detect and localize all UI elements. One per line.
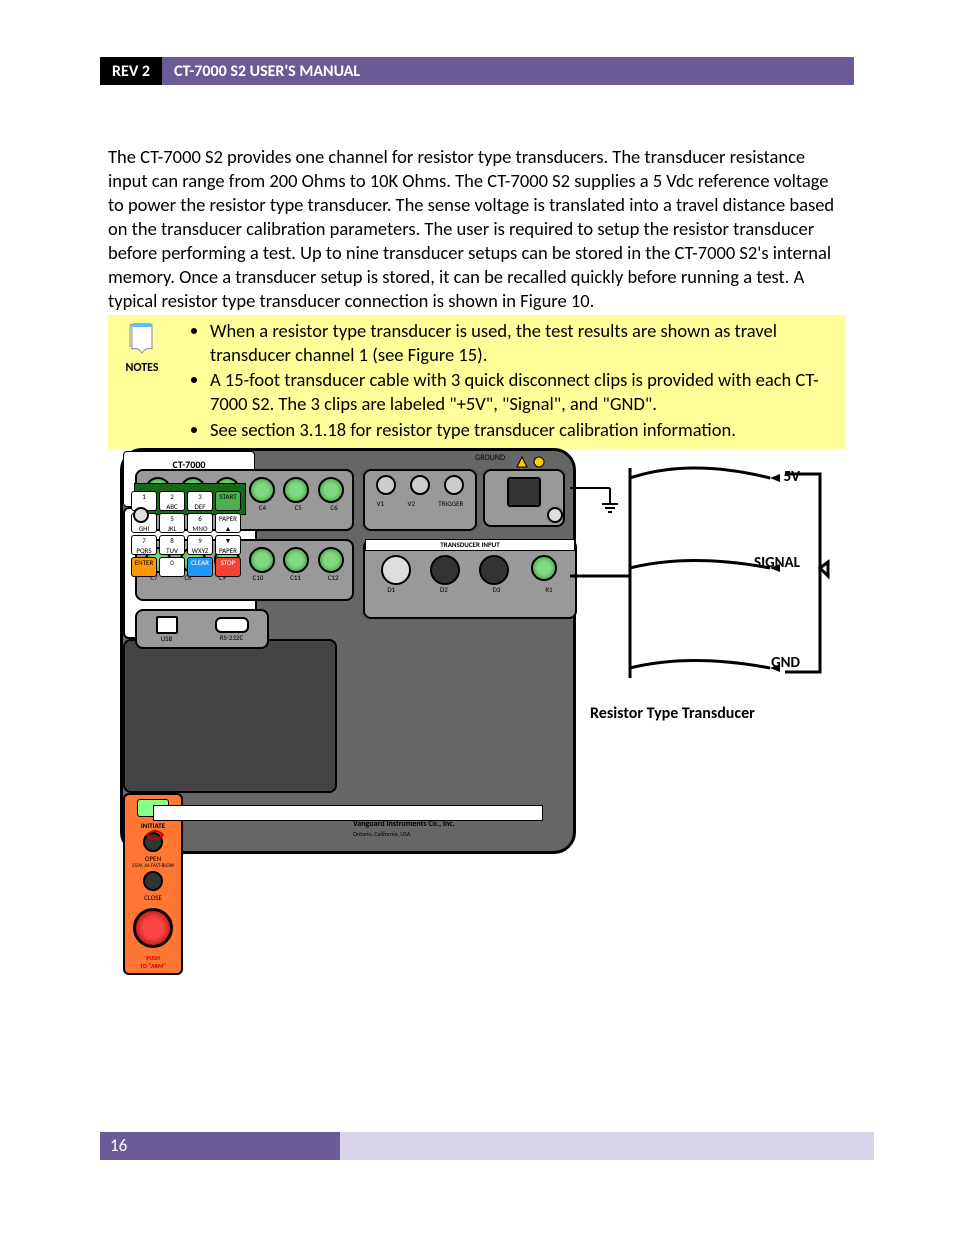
note-item: See section 3.1.18 for resistor type tra… [210, 418, 836, 442]
printer [123, 639, 337, 793]
keypad-key: 9 WXYZ [187, 535, 213, 555]
keypad-key: START [215, 491, 241, 511]
comm-ports: USB RS-232C [135, 609, 269, 649]
printer-knob-icon [133, 507, 149, 523]
connector-icon [283, 547, 309, 573]
connector-icon [318, 547, 344, 573]
warning-icons [515, 455, 559, 469]
header-title: CT-7000 S2 USER'S MANUAL [162, 57, 854, 85]
arm-button-icon [133, 908, 173, 948]
connector-icon [283, 477, 309, 503]
port-icon [376, 475, 396, 495]
keypad-key: 5 JKL [159, 513, 185, 533]
keypad-key: PAPER ▲ [215, 513, 241, 533]
keypad-key: CLEAR [187, 557, 213, 577]
keypad-key: ENTER [131, 557, 157, 577]
transducer-port-icon [381, 555, 411, 585]
printer-knob-icon [547, 507, 563, 523]
wire-signal-label: SIGNAL [754, 554, 800, 572]
transducer-input: TRANSDUCER INPUT D1 D2 D3 R1 [363, 539, 577, 619]
keypad-key: 6 MNO [187, 513, 213, 533]
rs232-port-icon [215, 617, 249, 633]
page-header: REV 2 CT-7000 S2 USER'S MANUAL [100, 57, 854, 85]
notes-block: NOTES When a resistor type transducer is… [108, 315, 846, 449]
close-fuse-icon [143, 871, 163, 891]
resistor-transducer-label: Resistor Type Transducer [590, 704, 755, 723]
keypad-key: 2 ABC [159, 491, 185, 511]
device-panel: GROUND C1 C2 C3 C4 [120, 448, 576, 854]
notes-list: When a resistor type transducer is used,… [176, 315, 846, 449]
note-item: When a resistor type transducer is used,… [210, 319, 836, 366]
wire-gnd-label: GND [771, 654, 800, 672]
transducer-port-icon [430, 555, 460, 585]
notes-label: NOTES [108, 361, 176, 375]
keypad-key: ▼ PAPER [215, 535, 241, 555]
note-item: A 15-foot transducer cable with 3 quick … [210, 368, 836, 415]
wire-5v-label: 5V [784, 468, 800, 486]
keypad-key: 3 DEF [187, 491, 213, 511]
wiring-diagram [570, 448, 840, 748]
keypad-key: STOP [215, 557, 241, 577]
page-footer: 16 [100, 1132, 874, 1160]
keypad-key: 0 [159, 557, 185, 577]
keypad-key: 7 PQRS [131, 535, 157, 555]
connection-figure: GROUND C1 C2 C3 C4 [120, 448, 840, 856]
connector-icon [318, 477, 344, 503]
port-icon [444, 475, 464, 495]
transducer-port-r1-icon [531, 555, 557, 581]
paper-slot [153, 805, 543, 821]
header-rev: REV 2 [100, 57, 162, 85]
page-number: 16 [100, 1132, 340, 1160]
v-trigger-row: V1 V2 TRIGGER [363, 469, 477, 531]
logo-icon [145, 825, 165, 845]
port-icon [410, 475, 430, 495]
body-paragraph: The CT-7000 S2 provides one channel for … [108, 145, 846, 313]
notes-icon [124, 321, 160, 357]
connector-icon [249, 477, 275, 503]
usb-port-icon [156, 616, 178, 634]
connector-icon [249, 547, 275, 573]
ground-label: GROUND [475, 453, 513, 463]
transducer-title: TRANSDUCER INPUT [365, 539, 575, 551]
transducer-port-icon [479, 555, 509, 585]
keypad-key: 8 TUV [159, 535, 185, 555]
vendor-label: Vanguard Instruments Co., Inc. Ontario, … [353, 819, 455, 839]
